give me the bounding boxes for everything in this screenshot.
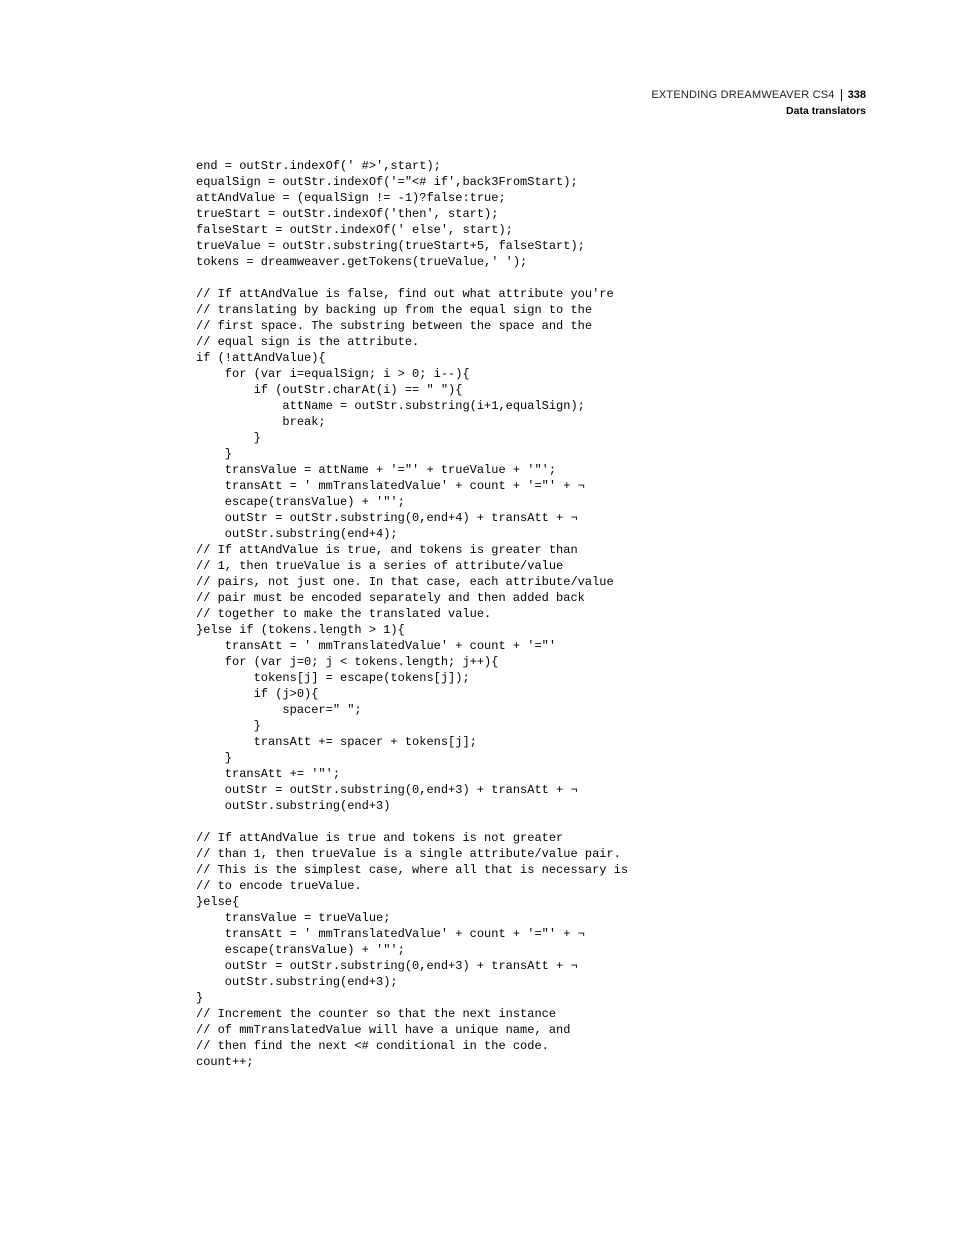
code-listing: end = outStr.indexOf(' #>',start); equal… [196,158,866,1070]
page-number: 338 [848,88,866,103]
header-separator [841,89,842,101]
section-title: Data translators [651,104,866,118]
document-title: EXTENDING DREAMWEAVER CS4 [651,88,834,103]
page-container: EXTENDING DREAMWEAVER CS4 338 Data trans… [0,0,954,1235]
header-line-1: EXTENDING DREAMWEAVER CS4 338 [651,88,866,103]
page-header: EXTENDING DREAMWEAVER CS4 338 Data trans… [651,88,866,118]
